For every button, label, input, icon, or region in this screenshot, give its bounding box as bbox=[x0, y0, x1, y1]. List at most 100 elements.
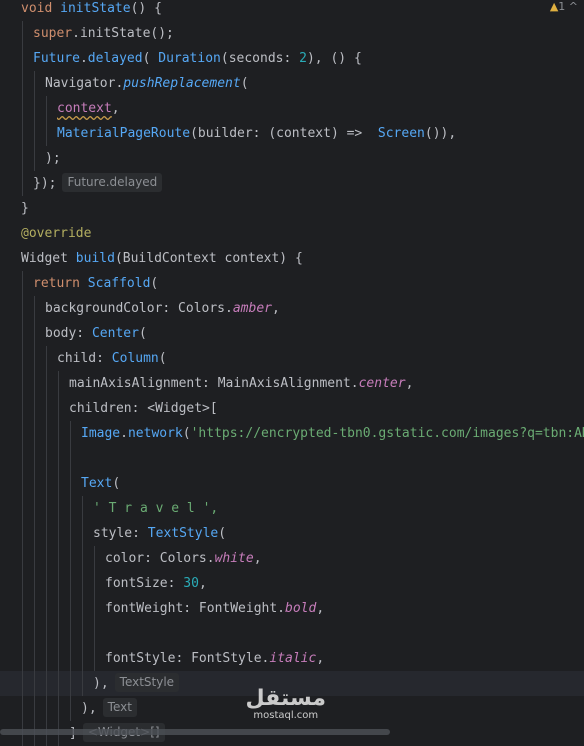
indent-guide bbox=[22, 696, 23, 721]
code-text: fontStyle: FontStyle.italic, bbox=[105, 646, 324, 671]
code-token: pushReplacement bbox=[123, 76, 241, 91]
code-line[interactable]: fontWeight: FontWeight.bold, bbox=[0, 596, 584, 621]
indent-guide bbox=[82, 621, 83, 646]
code-line[interactable]: style: TextStyle( bbox=[0, 521, 584, 546]
indent-guide bbox=[22, 496, 23, 521]
indent-guide bbox=[82, 646, 83, 671]
code-token: .initState(); bbox=[72, 26, 174, 41]
code-token: TextStyle bbox=[147, 526, 219, 541]
code-line[interactable]: ); bbox=[0, 146, 584, 171]
indent-guide bbox=[22, 96, 23, 121]
code-line[interactable]: context, bbox=[0, 96, 584, 121]
code-token: ( bbox=[182, 426, 191, 441]
indent-guide bbox=[22, 71, 23, 96]
indent-guide bbox=[70, 671, 71, 696]
code-line[interactable]: }); Future.delayed bbox=[0, 171, 584, 196]
inlay-hint-text: Text bbox=[102, 698, 137, 717]
indent-guide bbox=[34, 571, 35, 596]
code-token: fontWeight: FontWeight. bbox=[105, 601, 286, 616]
indent-guide bbox=[22, 396, 23, 421]
code-line[interactable] bbox=[0, 446, 584, 471]
code-line[interactable]: @override bbox=[0, 221, 584, 246]
code-line[interactable]: ' T r a v e l ', bbox=[0, 496, 584, 521]
code-token: body: bbox=[45, 326, 92, 341]
code-line[interactable]: mainAxisAlignment: MainAxisAlignment.cen… bbox=[0, 371, 584, 396]
code-token: . bbox=[79, 51, 88, 66]
indent-guide bbox=[34, 696, 35, 721]
indent-guide bbox=[34, 96, 35, 121]
code-line[interactable]: body: Center( bbox=[0, 321, 584, 346]
code-token: , bbox=[271, 301, 280, 316]
code-text: ), Text bbox=[81, 696, 137, 721]
indent-guide bbox=[22, 596, 23, 621]
code-text: Widget build(BuildContext context) { bbox=[21, 246, 303, 271]
code-line[interactable]: } bbox=[0, 196, 584, 221]
code-line[interactable]: void initState() { bbox=[0, 0, 584, 21]
inlay-hint-textstyle: TextStyle bbox=[114, 673, 180, 692]
indent-guide bbox=[82, 496, 83, 521]
indent-guide bbox=[22, 321, 23, 346]
indent-guide bbox=[70, 546, 71, 571]
code-token: , bbox=[198, 576, 207, 591]
code-text: mainAxisAlignment: MainAxisAlignment.cen… bbox=[69, 371, 413, 396]
indent-guide bbox=[82, 596, 83, 621]
indent-guide bbox=[34, 396, 35, 421]
code-line[interactable]: Text( bbox=[0, 471, 584, 496]
indent-guide bbox=[22, 671, 23, 696]
code-token: fontSize: bbox=[105, 576, 184, 591]
code-line[interactable]: color: Colors.white, bbox=[0, 546, 584, 571]
indent-guide bbox=[22, 346, 23, 371]
code-text: void initState() { bbox=[21, 0, 162, 21]
code-token: super bbox=[33, 26, 73, 41]
code-token: ( bbox=[158, 351, 167, 366]
indent-guide bbox=[70, 446, 71, 471]
code-token: Image bbox=[81, 426, 121, 441]
code-line[interactable] bbox=[0, 621, 584, 646]
indent-guide bbox=[70, 571, 71, 596]
code-token: center bbox=[358, 376, 406, 391]
code-line[interactable]: MaterialPageRoute(builder: (context) => … bbox=[0, 121, 584, 146]
code-text: }); Future.delayed bbox=[33, 171, 163, 196]
code-token: Duration bbox=[158, 51, 221, 66]
code-token: style: bbox=[93, 526, 148, 541]
code-line[interactable]: backgroundColor: Colors.amber, bbox=[0, 296, 584, 321]
code-line[interactable]: Widget build(BuildContext context) { bbox=[0, 246, 584, 271]
code-line[interactable]: super.initState(); bbox=[0, 21, 584, 46]
code-line[interactable]: fontSize: 30, bbox=[0, 571, 584, 596]
indent-guide bbox=[22, 46, 23, 71]
indent-guide bbox=[70, 421, 71, 446]
indent-guide bbox=[22, 646, 23, 671]
code-text: Future.delayed( Duration(seconds: 2), ()… bbox=[33, 46, 362, 71]
code-line[interactable]: Future.delayed( Duration(seconds: 2), ()… bbox=[0, 46, 584, 71]
code-token: 2 bbox=[299, 51, 307, 66]
code-token: ( bbox=[150, 276, 159, 291]
indent-guide bbox=[46, 596, 47, 621]
indent-guide bbox=[34, 671, 35, 696]
code-token: , bbox=[316, 651, 325, 666]
code-token: Text bbox=[81, 476, 113, 491]
indent-guide bbox=[58, 521, 59, 546]
code-token: , bbox=[405, 376, 414, 391]
indent-guide bbox=[34, 371, 35, 396]
watermark-arabic: مستقل bbox=[245, 686, 326, 711]
code-line[interactable]: Navigator.pushReplacement( bbox=[0, 71, 584, 96]
code-text: Text( bbox=[81, 471, 120, 496]
code-token: delayed bbox=[87, 51, 143, 66]
code-line[interactable]: child: Column( bbox=[0, 346, 584, 371]
indent-guide bbox=[22, 171, 23, 196]
horizontal-scrollbar[interactable] bbox=[0, 729, 390, 735]
code-line[interactable]: children: <Widget>[ bbox=[0, 396, 584, 421]
code-editor[interactable]: ▲1 ^ void initState() { super.initState(… bbox=[0, 0, 584, 746]
indent-guide bbox=[94, 571, 95, 596]
indent-guide bbox=[34, 471, 35, 496]
code-token: ), bbox=[93, 676, 109, 691]
code-token: MaterialPageRoute bbox=[57, 126, 191, 141]
code-token: } bbox=[21, 201, 29, 216]
indent-guide bbox=[46, 446, 47, 471]
indent-guide bbox=[70, 596, 71, 621]
indent-guide bbox=[58, 696, 59, 721]
code-line[interactable]: return Scaffold( bbox=[0, 271, 584, 296]
code-line[interactable]: Image.network('https://encrypted-tbn0.gs… bbox=[0, 421, 584, 446]
code-text: color: Colors.white, bbox=[105, 546, 262, 571]
code-line[interactable]: fontStyle: FontStyle.italic, bbox=[0, 646, 584, 671]
